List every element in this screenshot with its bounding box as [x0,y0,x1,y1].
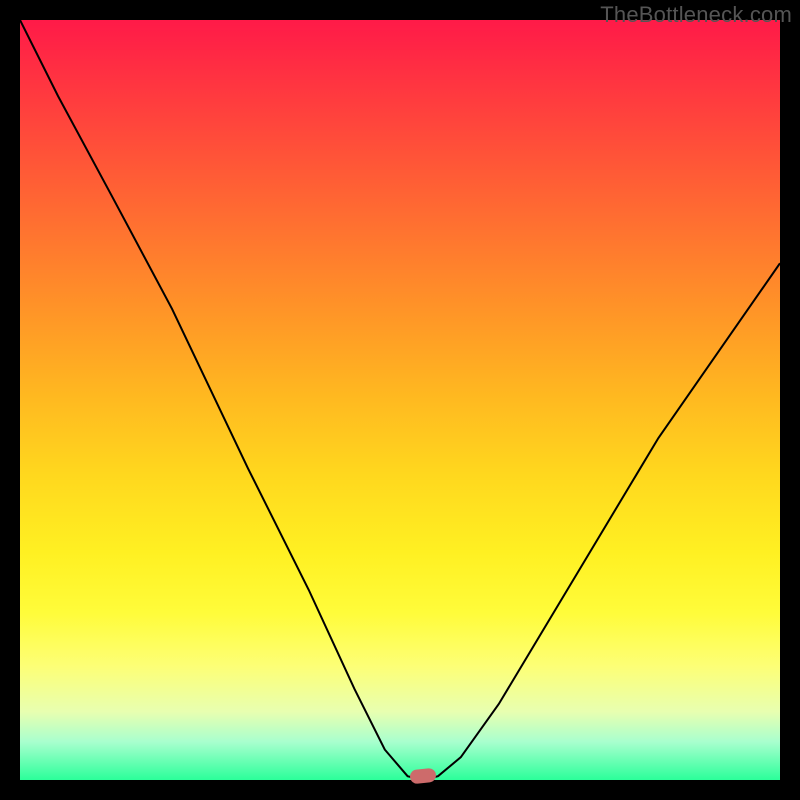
curve-path [20,20,780,780]
minimum-marker [409,768,436,785]
plot-area [20,20,780,780]
bottleneck-curve [20,20,780,780]
chart-container: TheBottleneck.com [0,0,800,800]
watermark-text: TheBottleneck.com [600,2,792,28]
